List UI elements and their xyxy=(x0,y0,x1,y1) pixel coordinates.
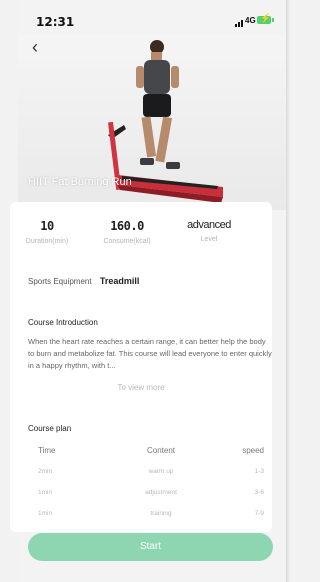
plan-cell-speed: 7-9 xyxy=(254,510,264,517)
plan-cell-speed: 1-3 xyxy=(254,468,264,475)
workout-title: HIIT Fat Burning Run xyxy=(28,176,132,188)
plan-header-speed: speed xyxy=(242,446,264,455)
status-bar: 12:31 4G ⚡ xyxy=(18,0,288,40)
stat-duration-label: Duration(min) xyxy=(25,238,69,245)
plan-cell-time: 1min xyxy=(38,510,53,517)
equipment-label: Sports Equipment xyxy=(28,277,92,286)
equipment-row: Sports Equipment Treadmill xyxy=(28,276,139,286)
stat-level-label: Level xyxy=(200,236,218,243)
stat-duration: 10 Duration(min) xyxy=(7,219,87,245)
edge-shadow xyxy=(286,0,291,582)
back-chevron-icon[interactable]: ‹ xyxy=(32,38,46,56)
plan-cell-content: warm up xyxy=(148,468,174,475)
plan-cell-speed: 3-6 xyxy=(254,489,264,496)
stat-level-value: advanced xyxy=(187,219,231,231)
plan-cell-time: 2min xyxy=(38,468,53,475)
plan-header-time: Time xyxy=(38,446,56,455)
battery-icon: ⚡ xyxy=(257,13,274,24)
stat-calories-label: Consume(kcal) xyxy=(103,238,151,245)
plan-cell-content: training xyxy=(150,510,172,517)
equipment-value: Treadmill xyxy=(99,276,140,286)
plan-cell-time: 1min xyxy=(38,489,53,496)
stat-duration-value: 10 xyxy=(40,219,54,233)
plan-title: Course plan xyxy=(28,424,72,433)
stat-calories-value: 160.0 xyxy=(110,219,144,233)
stat-level: advanced Level xyxy=(169,219,249,243)
intro-text: When the heart rate reaches a certain ra… xyxy=(28,337,272,370)
network-label: 4G xyxy=(245,16,256,25)
workout-details-card: 10 Duration(min) 160.0 Consume(kcal) adv… xyxy=(10,202,272,532)
view-more-link[interactable]: To view more xyxy=(10,383,272,392)
signal-icon xyxy=(235,20,243,27)
plan-header-content: Content xyxy=(146,446,176,455)
intro-title: Course Introduction xyxy=(28,318,98,327)
status-time: 12:31 xyxy=(36,15,75,29)
stat-calories: 160.0 Consume(kcal) xyxy=(87,219,167,245)
start-button[interactable]: Start xyxy=(28,533,273,561)
plan-cell-content: adjustment xyxy=(145,489,177,496)
